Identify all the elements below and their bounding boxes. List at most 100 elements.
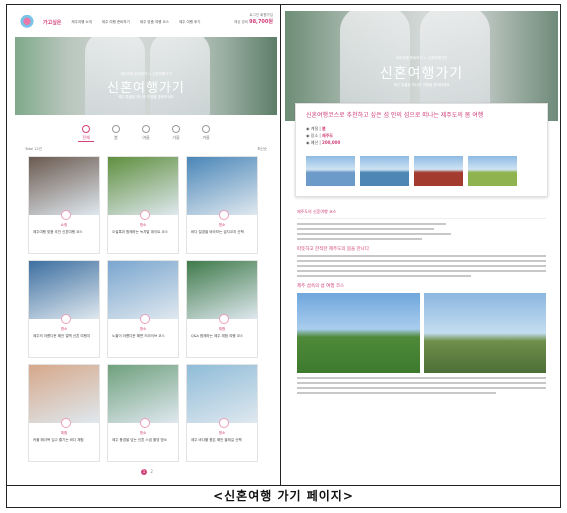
- card-image: [108, 365, 178, 423]
- course-card[interactable]: 명소 오설록과 함께하는 녹차밭 데이트 코스: [107, 156, 179, 254]
- photo-thumbnails: [306, 156, 537, 186]
- meta-label: 계절: [310, 126, 319, 131]
- heart-icon[interactable]: [140, 210, 150, 220]
- all-icon: [82, 125, 90, 133]
- list-page: 가고싶은 제주여행 소개 제주 여행 준비하기 제주 맞춤 여행 코스 제주 여…: [15, 7, 277, 483]
- text-line: [297, 228, 434, 230]
- card-text: 커플 해녀복 입고 즐기는 바다 체험: [33, 438, 84, 442]
- detail-body: 제주도의 신혼여행 코스 따뜻하고 한적한 제주도의 봄을 만나다 제주 섬속의…: [285, 197, 558, 403]
- frame-divider: [280, 5, 281, 485]
- section-heading: 따뜻하고 한적한 제주도의 봄을 만나다: [297, 247, 369, 252]
- detail-breadcrumb: 제주여행 준비하기 > 신혼여행가기: [395, 56, 448, 60]
- heart-icon[interactable]: [61, 314, 71, 324]
- course-card[interactable]: 명소 제주 풍경을 담는 신혼 스냅 촬영 명소: [107, 364, 179, 462]
- text-line: [297, 392, 497, 394]
- figure-caption: <신혼여행 가기 페이지>: [6, 486, 561, 508]
- tab-all[interactable]: 전체: [78, 125, 94, 142]
- detail-card: 신혼여행코스로 추천하고 싶은 섬 안의 섬으로 떠나는 제주도의 봄 여행 ◉…: [295, 103, 548, 197]
- course-card[interactable]: 명소 제주의 아름다운 해안 절벽 신혼 여행지: [28, 260, 100, 358]
- tab-spring[interactable]: 봄: [108, 125, 124, 142]
- course-card[interactable]: 명소 노을이 아름다운 해변 드라이브 코스: [107, 260, 179, 358]
- card-text: 제주여행 맞춤 추천 신혼여행 코스: [33, 230, 83, 234]
- heart-icon[interactable]: [219, 314, 229, 324]
- card-image: [29, 365, 99, 423]
- card-image: [187, 261, 257, 319]
- course-card[interactable]: 체험 커플 해녀복 입고 즐기는 바다 체험: [28, 364, 100, 462]
- meta-label: 예산: [310, 140, 319, 145]
- tab-label: 가을: [172, 135, 180, 140]
- card-text: 노을이 아름다운 해변 드라이브 코스: [112, 334, 165, 338]
- text-line: [297, 377, 546, 379]
- heart-icon[interactable]: [140, 418, 150, 428]
- card-text: 제주 바다를 품은 해안 올레길 산책: [191, 438, 242, 442]
- nav-item-intro[interactable]: 제주여행 소개: [71, 20, 91, 25]
- card-image: [29, 261, 99, 319]
- meta-place: ◉ 장소 | 제주도: [306, 133, 334, 138]
- tab-autumn[interactable]: 가을: [168, 125, 184, 142]
- card-text: 바다 절경을 바라보는 섭지코지 산책: [191, 230, 244, 234]
- meta-value: 봄: [322, 126, 326, 131]
- thumbnail-photo[interactable]: [360, 156, 409, 186]
- thumbnail-photo[interactable]: [414, 156, 463, 186]
- detail-title: 신혼여행코스로 추천하고 싶은 섬 안의 섬으로 떠나는 제주도의 봄 여행: [306, 112, 484, 119]
- detail-hero-title: 신혼여행가기: [379, 66, 464, 82]
- text-line: [297, 255, 546, 257]
- nav-item-course[interactable]: 제주 맞춤 여행 코스: [140, 20, 169, 25]
- meta-value: 제주도: [322, 133, 334, 138]
- detail-hero-desc: 제주 특별한 허니문 여행을 준비하세요: [393, 83, 450, 87]
- heart-icon[interactable]: [219, 418, 229, 428]
- section-heading: 제주 섬속의 섬 여행 코스: [297, 284, 345, 289]
- screenshot-frame: 가고싶은 제주여행 소개 제주 여행 준비하기 제주 맞춤 여행 코스 제주 여…: [6, 4, 561, 486]
- top-right-info: 로그인 회원가입 예상 경비 98,700원: [234, 13, 273, 25]
- heart-icon[interactable]: [61, 418, 71, 428]
- season-tabs: 전체 봄 여름 가을 겨울: [15, 115, 277, 147]
- card-image: [187, 157, 257, 215]
- summer-icon: [142, 125, 150, 133]
- tab-winter[interactable]: 겨울: [198, 125, 214, 142]
- page-1[interactable]: 1: [141, 469, 148, 475]
- page-2[interactable]: 2: [150, 469, 153, 474]
- text-line: [297, 275, 472, 277]
- heart-icon[interactable]: [219, 210, 229, 220]
- card-text: 오설록과 함께하는 녹차밭 데이트 코스: [112, 230, 168, 234]
- card-text: 제주 풍경을 담는 신혼 스냅 촬영 명소: [112, 438, 167, 442]
- tab-label: 여름: [142, 135, 150, 140]
- spring-icon: [112, 125, 120, 133]
- detail-page: 제주여행 준비하기 > 신혼여행가기 신혼여행가기 제주 특별한 허니문 여행을…: [285, 11, 558, 483]
- nav-item-review[interactable]: 제주 여행 후기: [179, 20, 201, 25]
- landscape-photo: [297, 293, 420, 373]
- logo-text[interactable]: 가고싶은: [43, 19, 61, 26]
- top-bar: 가고싶은 제주여행 소개 제주 여행 준비하기 제주 맞춤 여행 코스 제주 여…: [15, 7, 277, 37]
- heart-icon[interactable]: [61, 210, 71, 220]
- thumbnail-photo[interactable]: [468, 156, 517, 186]
- course-card[interactable]: 체험 Q&A 함께하는 제주 체험 여행 코스: [186, 260, 258, 358]
- card-image: [108, 261, 178, 319]
- thumbnail-photo[interactable]: [306, 156, 355, 186]
- course-card[interactable]: 쇼핑 제주여행 맞춤 추천 신혼여행 코스: [28, 156, 100, 254]
- meta-label: 장소: [310, 133, 319, 138]
- section-heading: 제주도의 신혼여행 코스: [297, 209, 546, 219]
- list-filter: Total 12건 최신순: [15, 147, 277, 152]
- text-line: [297, 223, 447, 225]
- meta-budget: ◉ 예산 | 200,000: [306, 140, 341, 145]
- text-line: [297, 382, 546, 384]
- heart-icon[interactable]: [140, 314, 150, 324]
- sort-select[interactable]: 최신순: [257, 147, 267, 152]
- course-card[interactable]: 명소 제주 바다를 품은 해안 올레길 산책: [186, 364, 258, 462]
- logo-icon[interactable]: [19, 15, 39, 29]
- hero-banner: 제주여행 준비하기 > 신혼여행가기 신혼여행가기 제주 특별한 허니문 여행을…: [15, 37, 277, 115]
- meta-value: 200,000: [322, 140, 341, 145]
- text-line: [297, 233, 452, 235]
- hero-desc: 제주 특별한 허니문 여행을 준비하세요: [118, 95, 174, 99]
- total-count: Total 12건: [25, 147, 42, 151]
- course-card[interactable]: 명소 바다 절경을 바라보는 섭지코지 산책: [186, 156, 258, 254]
- nav-item-prepare[interactable]: 제주 여행 준비하기: [102, 20, 130, 25]
- card-image: [108, 157, 178, 215]
- card-text: Q&A 함께하는 제주 체험 여행 코스: [191, 334, 244, 338]
- card-grid: 쇼핑 제주여행 맞춤 추천 신혼여행 코스 명소 오설록과 함께하는 녹차밭 데이트 …: [15, 156, 277, 462]
- card-text: 제주의 아름다운 해안 절벽 신혼 여행지: [33, 334, 91, 338]
- text-line: [297, 387, 546, 389]
- tab-summer[interactable]: 여름: [138, 125, 154, 142]
- meta-season: ◉ 계절 | 봄: [306, 126, 326, 131]
- text-line: [297, 260, 546, 262]
